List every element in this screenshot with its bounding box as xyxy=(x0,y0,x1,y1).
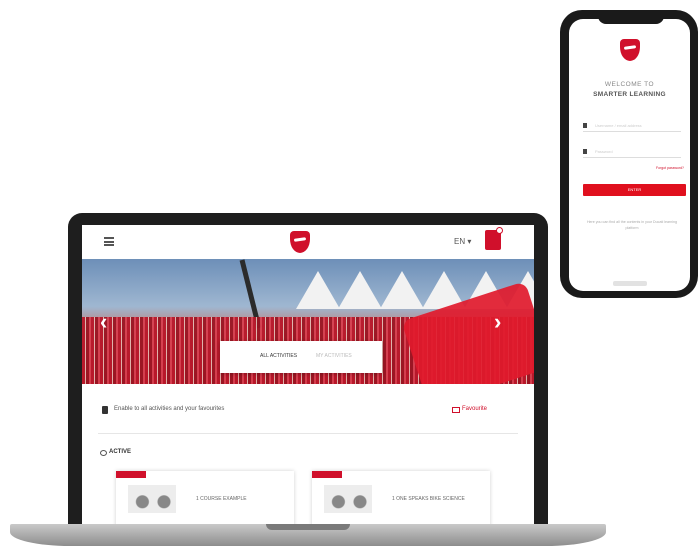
language-selector[interactable]: EN ▾ xyxy=(454,237,471,246)
password-field[interactable]: Password xyxy=(583,147,681,158)
info-text: Here you can find all the contents in yo… xyxy=(586,220,678,230)
brand-title: SMARTER LEARNING xyxy=(593,91,666,98)
footer-logo xyxy=(613,281,647,286)
course-card[interactable]: 1 ONE SPEAKS BIKE SCIENCE xyxy=(312,471,490,525)
tab-my-activities[interactable]: MY ACTIVITIES xyxy=(316,353,352,359)
clock-icon xyxy=(100,450,107,456)
ducati-logo xyxy=(620,39,640,61)
username-placeholder: Username / email address xyxy=(595,123,642,128)
phone-screen: WELCOME TO SMARTER LEARNING Username / e… xyxy=(569,19,690,291)
tent-roof xyxy=(338,271,382,309)
bike-image xyxy=(128,485,176,513)
lock-icon xyxy=(583,149,587,154)
notification-badge xyxy=(496,227,503,234)
laptop-screen: EN ▾ ‹ › ALL ACTIVITIES MY ACTIVITIES En… xyxy=(82,225,534,525)
app-header: EN ▾ xyxy=(82,225,534,259)
tab-all-activities[interactable]: ALL ACTIVITIES xyxy=(260,353,297,359)
info-row: Enable to all activities and your favour… xyxy=(82,395,534,425)
enter-button[interactable]: ENTER xyxy=(583,184,686,196)
section-title: ACTIVE xyxy=(109,449,132,455)
bike-image xyxy=(324,485,372,513)
tent-roof xyxy=(296,271,340,309)
activity-tabs: ALL ACTIVITIES MY ACTIVITIES xyxy=(220,341,382,373)
username-field[interactable]: Username / email address xyxy=(583,121,681,132)
ducati-logo[interactable] xyxy=(290,231,310,253)
document-icon xyxy=(102,406,108,414)
card-tag xyxy=(116,471,146,478)
laptop-hinge-notch xyxy=(266,524,350,530)
menu-icon[interactable] xyxy=(104,237,114,246)
user-icon xyxy=(583,123,587,128)
card-text: 1 ONE SPEAKS BIKE SCIENCE xyxy=(392,496,465,502)
carousel-prev-button[interactable]: ‹ xyxy=(100,311,107,333)
tent-roof xyxy=(380,271,424,309)
phone-notch xyxy=(598,12,664,24)
forgot-password-link[interactable]: Forgot password? xyxy=(656,166,684,170)
password-placeholder: Password xyxy=(595,149,613,154)
course-card[interactable]: 1 COURSE EXAMPLE xyxy=(116,471,294,525)
carousel-next-button[interactable]: › xyxy=(494,311,501,333)
card-text: 1 COURSE EXAMPLE xyxy=(196,496,247,502)
card-tag xyxy=(312,471,342,478)
divider xyxy=(98,433,518,434)
welcome-text: WELCOME TO xyxy=(604,81,655,88)
favourite-link[interactable]: Favourite xyxy=(462,406,487,412)
enter-button-label: ENTER xyxy=(627,187,642,192)
info-text: Enable to all activities and your favour… xyxy=(114,406,225,412)
folder-icon[interactable] xyxy=(452,407,460,413)
